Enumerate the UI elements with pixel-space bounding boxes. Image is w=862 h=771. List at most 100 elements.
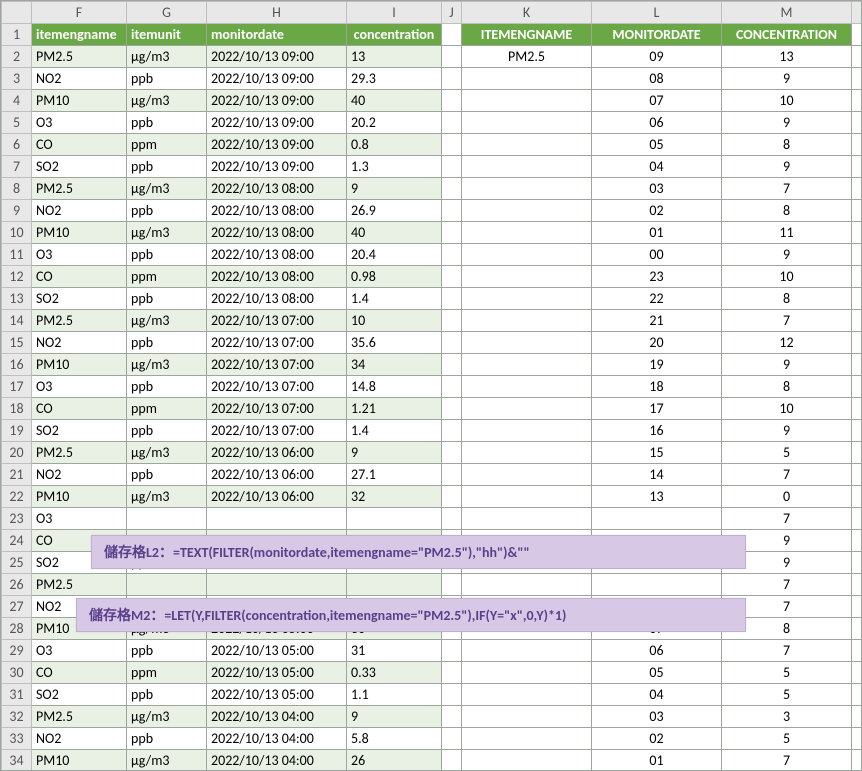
cell-M11[interactable]: 9	[722, 244, 852, 266]
cell-I33[interactable]: 5.8	[347, 728, 442, 750]
cell-N10[interactable]	[852, 222, 862, 244]
rownum[interactable]: 3	[2, 68, 32, 90]
cell-L10[interactable]: 01	[592, 222, 722, 244]
cell-I13[interactable]: 1.4	[347, 288, 442, 310]
cell-N23[interactable]	[852, 508, 862, 530]
cell-M13[interactable]: 8	[722, 288, 852, 310]
cell-M4[interactable]: 10	[722, 90, 852, 112]
cell-G5[interactable]: ppb	[127, 112, 207, 134]
cell-H17[interactable]: 2022/10/13 07:00	[207, 376, 347, 398]
cell-K23[interactable]	[462, 508, 592, 530]
cell-J16[interactable]	[442, 354, 462, 376]
cell-L12[interactable]: 23	[592, 266, 722, 288]
cell-H14[interactable]: 2022/10/13 07:00	[207, 310, 347, 332]
rownum[interactable]: 29	[2, 640, 32, 662]
cell-K19[interactable]	[462, 420, 592, 442]
cell-G32[interactable]: μg/m3	[127, 706, 207, 728]
cell-F19[interactable]: SO2	[32, 420, 127, 442]
cell-M23[interactable]: 7	[722, 508, 852, 530]
cell-N24[interactable]	[852, 530, 862, 552]
cell-F29[interactable]: O3	[32, 640, 127, 662]
cell-K21[interactable]	[462, 464, 592, 486]
cell-I7[interactable]: 1.3	[347, 156, 442, 178]
cell-J30[interactable]	[442, 662, 462, 684]
cell-K29[interactable]	[462, 640, 592, 662]
cell-F32[interactable]: PM2.5	[32, 706, 127, 728]
cell-K10[interactable]	[462, 222, 592, 244]
hdr-r-monitordate[interactable]: MONITORDATE	[592, 24, 722, 46]
cell-J10[interactable]	[442, 222, 462, 244]
col-F[interactable]: F	[32, 2, 127, 24]
cell-I11[interactable]: 20.4	[347, 244, 442, 266]
cell-J32[interactable]	[442, 706, 462, 728]
cell-I5[interactable]: 20.2	[347, 112, 442, 134]
cell-J14[interactable]	[442, 310, 462, 332]
cell-K13[interactable]	[462, 288, 592, 310]
cell-J22[interactable]	[442, 486, 462, 508]
rownum[interactable]: 18	[2, 398, 32, 420]
cell-I9[interactable]: 26.9	[347, 200, 442, 222]
cell-J26[interactable]	[442, 574, 462, 596]
cell-J21[interactable]	[442, 464, 462, 486]
cell-K11[interactable]	[462, 244, 592, 266]
rownum[interactable]: 13	[2, 288, 32, 310]
rownum[interactable]: 30	[2, 662, 32, 684]
cell-M12[interactable]: 10	[722, 266, 852, 288]
rownum[interactable]: 16	[2, 354, 32, 376]
cell-H15[interactable]: 2022/10/13 07:00	[207, 332, 347, 354]
cell-H2[interactable]: 2022/10/13 09:00	[207, 46, 347, 68]
cell-L7[interactable]: 04	[592, 156, 722, 178]
cell-F10[interactable]: PM10	[32, 222, 127, 244]
cell-G17[interactable]: ppb	[127, 376, 207, 398]
cell-I32[interactable]: 9	[347, 706, 442, 728]
cell-F13[interactable]: SO2	[32, 288, 127, 310]
cell-L4[interactable]: 07	[592, 90, 722, 112]
cell-M21[interactable]: 7	[722, 464, 852, 486]
cell-J20[interactable]	[442, 442, 462, 464]
cell-F31[interactable]: SO2	[32, 684, 127, 706]
rownum[interactable]: 31	[2, 684, 32, 706]
cell-G31[interactable]: ppb	[127, 684, 207, 706]
cell-M32[interactable]: 3	[722, 706, 852, 728]
cell-G23[interactable]	[127, 508, 207, 530]
cell-L30[interactable]: 05	[592, 662, 722, 684]
cell-H7[interactable]: 2022/10/13 09:00	[207, 156, 347, 178]
cell-N32[interactable]	[852, 706, 862, 728]
cell-I29[interactable]: 31	[347, 640, 442, 662]
cell-I31[interactable]: 1.1	[347, 684, 442, 706]
cell-F5[interactable]: O3	[32, 112, 127, 134]
cell-N13[interactable]	[852, 288, 862, 310]
cell-J33[interactable]	[442, 728, 462, 750]
cell-J4[interactable]	[442, 90, 462, 112]
cell-H30[interactable]: 2022/10/13 05:00	[207, 662, 347, 684]
cell-J1[interactable]	[442, 24, 462, 46]
cell-G26[interactable]	[127, 574, 207, 596]
cell-L9[interactable]: 02	[592, 200, 722, 222]
cell-N26[interactable]	[852, 574, 862, 596]
cell-M30[interactable]: 5	[722, 662, 852, 684]
cell-I30[interactable]: 0.33	[347, 662, 442, 684]
rownum[interactable]: 25	[2, 552, 32, 574]
cell-I4[interactable]: 40	[347, 90, 442, 112]
cell-M17[interactable]: 8	[722, 376, 852, 398]
cell-I22[interactable]: 32	[347, 486, 442, 508]
hdr-r-concentration[interactable]: CONCENTRATION	[722, 24, 852, 46]
cell-I8[interactable]: 9	[347, 178, 442, 200]
cell-J31[interactable]	[442, 684, 462, 706]
cell-M34[interactable]: 7	[722, 750, 852, 771]
cell-G8[interactable]: μg/m3	[127, 178, 207, 200]
rownum[interactable]: 9	[2, 200, 32, 222]
hdr-monitordate[interactable]: monitordate	[207, 24, 347, 46]
rownum[interactable]: 19	[2, 420, 32, 442]
cell-H19[interactable]: 2022/10/13 07:00	[207, 420, 347, 442]
cell-I17[interactable]: 14.8	[347, 376, 442, 398]
cell-J17[interactable]	[442, 376, 462, 398]
cell-M18[interactable]: 10	[722, 398, 852, 420]
cell-K5[interactable]	[462, 112, 592, 134]
cell-L23[interactable]	[592, 508, 722, 530]
cell-F4[interactable]: PM10	[32, 90, 127, 112]
cell-F15[interactable]: NO2	[32, 332, 127, 354]
cell-K14[interactable]	[462, 310, 592, 332]
rownum[interactable]: 21	[2, 464, 32, 486]
cell-H18[interactable]: 2022/10/13 07:00	[207, 398, 347, 420]
